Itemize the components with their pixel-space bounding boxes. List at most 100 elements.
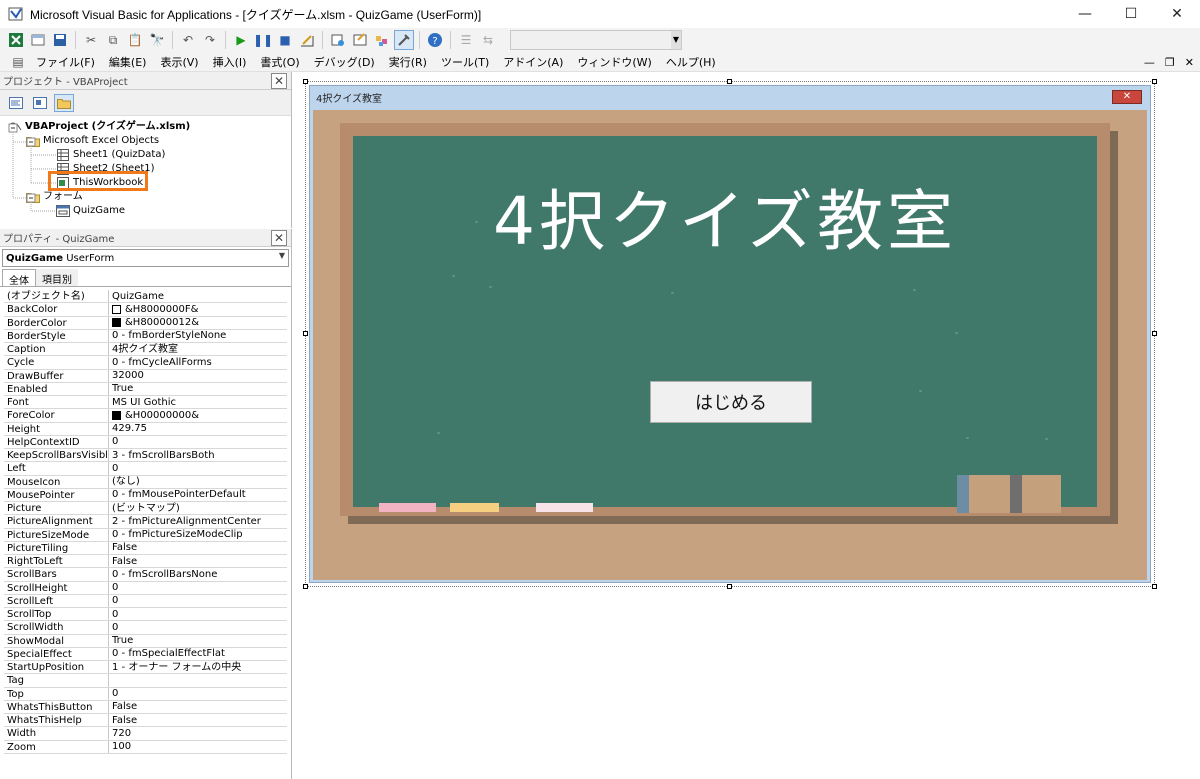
properties-window-icon[interactable] bbox=[350, 30, 370, 50]
property-value[interactable]: 0 bbox=[109, 595, 287, 607]
paste-icon[interactable]: 📋 bbox=[125, 30, 145, 50]
property-value[interactable]: True bbox=[109, 635, 287, 647]
property-row[interactable]: HelpContextID 0 bbox=[4, 435, 287, 449]
mdi-restore-button[interactable]: ❐ bbox=[1165, 56, 1175, 69]
property-row[interactable]: Tag bbox=[4, 674, 287, 688]
chevron-down-icon[interactable]: ▼ bbox=[279, 251, 285, 260]
property-value[interactable]: 32000 bbox=[109, 370, 287, 382]
chevron-down-icon[interactable]: ▼ bbox=[671, 31, 681, 49]
property-row[interactable]: Cycle 0 - fmCycleAllForms bbox=[4, 356, 287, 370]
menu-window[interactable]: ウィンドウ(W) bbox=[577, 54, 651, 70]
mdi-minimize-button[interactable]: — bbox=[1144, 56, 1155, 69]
property-row[interactable]: BorderStyle 0 - fmBorderStyleNone bbox=[4, 329, 287, 343]
property-row[interactable]: Picture (ビットマップ) bbox=[4, 502, 287, 516]
property-value[interactable]: 0 bbox=[109, 688, 287, 700]
property-row[interactable]: Caption 4択クイズ教室 bbox=[4, 343, 287, 357]
menu-addins[interactable]: アドイン(A) bbox=[503, 54, 563, 70]
menu-help[interactable]: ヘルプ(H) bbox=[666, 54, 716, 70]
resize-handle[interactable] bbox=[1152, 331, 1157, 336]
menu-format[interactable]: 書式(O) bbox=[260, 54, 299, 70]
property-row[interactable]: Width 720 bbox=[4, 727, 287, 741]
property-value[interactable]: (ビットマップ) bbox=[109, 502, 287, 514]
property-row[interactable]: PictureAlignment 2 - fmPictureAlignmentCe… bbox=[4, 515, 287, 529]
property-value[interactable]: 0 - fmSpecialEffectFlat bbox=[109, 648, 287, 660]
property-row[interactable]: Top 0 bbox=[4, 687, 287, 701]
property-value[interactable]: 0 - fmScrollBarsNone bbox=[109, 568, 287, 580]
cut-icon[interactable]: ✂ bbox=[81, 30, 101, 50]
property-value[interactable]: 0 bbox=[109, 582, 287, 594]
find-icon[interactable]: 🔭 bbox=[147, 30, 167, 50]
property-value[interactable]: 1 - オーナー フォームの中央 bbox=[109, 661, 287, 673]
help-icon[interactable]: ? bbox=[425, 30, 445, 50]
minimize-button[interactable]: — bbox=[1062, 0, 1108, 28]
menu-edit[interactable]: 編集(E) bbox=[109, 54, 147, 70]
property-row[interactable]: StartUpPosition 1 - オーナー フォームの中央 bbox=[4, 661, 287, 675]
menu-view[interactable]: 表示(V) bbox=[160, 54, 198, 70]
design-mode-icon[interactable] bbox=[297, 30, 317, 50]
property-value[interactable]: False bbox=[109, 714, 287, 726]
property-value[interactable]: 2 - fmPictureAlignmentCenter bbox=[109, 515, 287, 527]
resize-handle[interactable] bbox=[1152, 79, 1157, 84]
property-value[interactable]: 0 bbox=[109, 436, 287, 448]
property-value[interactable]: False bbox=[109, 555, 287, 567]
property-value[interactable]: 429.75 bbox=[109, 423, 287, 435]
toolbox-icon[interactable] bbox=[394, 30, 414, 50]
property-row[interactable]: SpecialEffect 0 - fmSpecialEffectFlat bbox=[4, 647, 287, 661]
property-value[interactable]: 4択クイズ教室 bbox=[109, 343, 287, 355]
property-row[interactable]: ScrollWidth 0 bbox=[4, 621, 287, 635]
object-browser-icon[interactable] bbox=[372, 30, 392, 50]
property-row[interactable]: BackColor &H8000000F& bbox=[4, 303, 287, 317]
property-row[interactable]: Left 0 bbox=[4, 462, 287, 476]
property-value[interactable]: &H8000000F& bbox=[109, 303, 287, 315]
property-row[interactable]: Enabled True bbox=[4, 382, 287, 396]
property-row[interactable]: PictureTiling False bbox=[4, 541, 287, 555]
property-value[interactable]: 0 - fmMousePointerDefault bbox=[109, 489, 287, 501]
property-value[interactable]: False bbox=[109, 701, 287, 713]
property-value[interactable]: MS UI Gothic bbox=[109, 396, 287, 408]
property-row[interactable]: PictureSizeMode 0 - fmPictureSizeModeClip bbox=[4, 528, 287, 542]
property-row[interactable]: Height 429.75 bbox=[4, 422, 287, 436]
property-value[interactable]: (なし) bbox=[109, 476, 287, 488]
property-value[interactable]: 0 bbox=[109, 462, 287, 474]
property-value[interactable]: 720 bbox=[109, 727, 287, 739]
maximize-button[interactable]: ☐ bbox=[1108, 0, 1154, 28]
property-row[interactable]: ScrollBars 0 - fmScrollBarsNone bbox=[4, 568, 287, 582]
property-value[interactable]: 0 - fmCycleAllForms bbox=[109, 356, 287, 368]
property-value[interactable]: &H00000000& bbox=[109, 409, 287, 421]
resize-handle[interactable] bbox=[303, 331, 308, 336]
property-value[interactable]: 100 bbox=[109, 741, 287, 753]
property-row[interactable]: ScrollTop 0 bbox=[4, 608, 287, 622]
mdi-close-button[interactable]: ✕ bbox=[1185, 56, 1194, 69]
excel-view-icon[interactable] bbox=[6, 30, 26, 50]
save-icon[interactable] bbox=[50, 30, 70, 50]
object-selector[interactable]: QuizGame UserForm ▼ bbox=[2, 249, 289, 267]
property-value[interactable]: QuizGame bbox=[109, 290, 287, 302]
property-row[interactable]: ShowModal True bbox=[4, 634, 287, 648]
property-row[interactable]: MouseIcon (なし) bbox=[4, 475, 287, 489]
property-row[interactable]: KeepScrollBarsVisible 3 - fmScrollBarsBot… bbox=[4, 449, 287, 463]
property-row[interactable]: RightToLeft False bbox=[4, 555, 287, 569]
property-value[interactable]: 0 - fmBorderStyleNone bbox=[109, 330, 287, 342]
code-window-icon[interactable]: ▤ bbox=[8, 52, 28, 72]
menu-insert[interactable]: 挿入(I) bbox=[213, 54, 247, 70]
menu-debug[interactable]: デバッグ(D) bbox=[314, 54, 375, 70]
property-row[interactable]: MousePointer 0 - fmMousePointerDefault bbox=[4, 488, 287, 502]
menu-run[interactable]: 実行(R) bbox=[389, 54, 427, 70]
view-code-icon[interactable] bbox=[6, 94, 26, 112]
run-icon[interactable]: ▶ bbox=[231, 30, 251, 50]
redo-icon[interactable]: ↷ bbox=[200, 30, 220, 50]
project-explorer-icon[interactable] bbox=[328, 30, 348, 50]
property-row[interactable]: Font MS UI Gothic bbox=[4, 396, 287, 410]
property-row[interactable]: WhatsThisHelp False bbox=[4, 714, 287, 728]
project-explorer-close-button[interactable]: ✕ bbox=[271, 73, 287, 89]
property-row[interactable]: BorderColor &H80000012& bbox=[4, 316, 287, 330]
tab-alphabetic[interactable]: 全体 bbox=[2, 269, 36, 287]
property-value[interactable]: 3 - fmScrollBarsBoth bbox=[109, 449, 287, 461]
resize-handle[interactable] bbox=[727, 79, 732, 84]
toolbar-combo[interactable]: ▼ bbox=[510, 30, 682, 50]
resize-handle[interactable] bbox=[303, 584, 308, 589]
property-value[interactable]: True bbox=[109, 383, 287, 395]
property-value[interactable]: 0 bbox=[109, 621, 287, 633]
resize-handle[interactable] bbox=[727, 584, 732, 589]
insert-object-icon[interactable] bbox=[28, 30, 48, 50]
